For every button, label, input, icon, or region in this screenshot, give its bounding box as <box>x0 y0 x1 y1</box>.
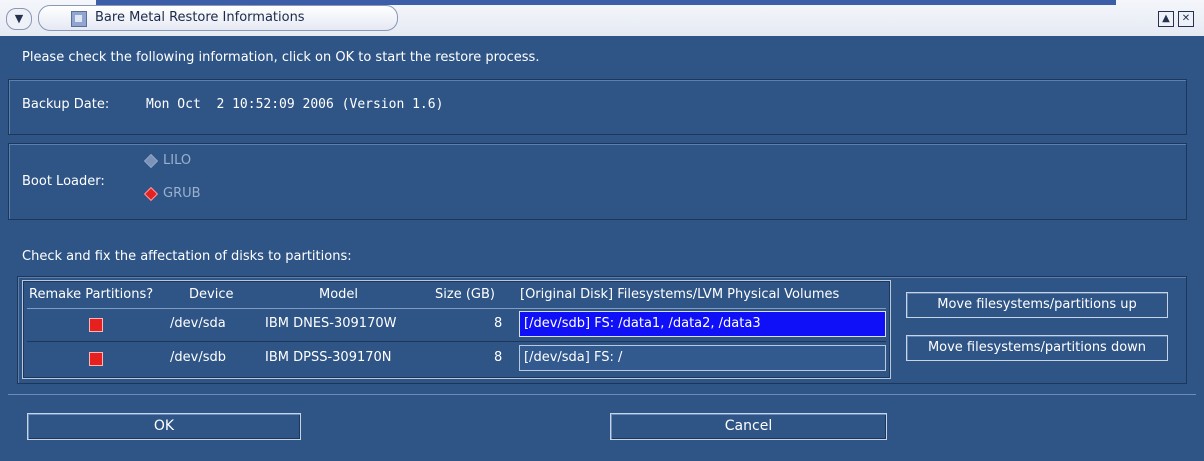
title-bar: ▼ Bare Metal Restore Informations ▲ ✕ <box>0 0 1204 36</box>
disks-instruction: Check and fix the affectation of disks t… <box>22 249 352 264</box>
maximize-button[interactable]: ▲ <box>1158 11 1174 27</box>
intro-text: Please check the following information, … <box>22 50 540 65</box>
close-button[interactable]: ✕ <box>1178 11 1194 27</box>
size-cell: 8 <box>494 350 503 365</box>
column-header-filesystems: [Original Disk] Filesystems/LVM Physical… <box>520 287 840 302</box>
app-icon <box>71 11 87 27</box>
model-cell: IBM DNES-309170W <box>265 316 397 331</box>
size-cell: 8 <box>494 316 503 331</box>
column-header-model: Model <box>319 287 359 302</box>
bottom-divider <box>8 394 1196 395</box>
partition-table: Remake Partitions? Device Model Size (GB… <box>22 280 891 379</box>
chevron-down-icon: ▼ <box>14 12 24 25</box>
cancel-button[interactable]: Cancel <box>610 413 887 440</box>
column-header-size: Size (GB) <box>435 287 495 302</box>
backup-date-label: Backup Date: <box>22 97 110 112</box>
column-header-remake: Remake Partitions? <box>29 287 154 302</box>
row-divider <box>27 341 886 342</box>
window-menu-button[interactable]: ▼ <box>6 8 32 30</box>
close-icon: ✕ <box>1181 13 1191 24</box>
header-divider <box>27 308 886 309</box>
filesystems-field[interactable]: [/dev/sdb] FS: /data1, /data2, /data3 <box>519 311 886 337</box>
move-down-button[interactable]: Move filesystems/partitions down <box>906 335 1168 361</box>
lilo-label: LILO <box>163 153 192 168</box>
move-up-button[interactable]: Move filesystems/partitions up <box>906 292 1168 318</box>
device-cell: /dev/sda <box>170 316 226 331</box>
grub-label: GRUB <box>163 186 201 201</box>
device-cell: /dev/sdb <box>170 350 226 365</box>
model-cell: IBM DPSS-309170N <box>265 350 392 365</box>
filesystems-field[interactable]: [/dev/sda] FS: / <box>519 345 886 371</box>
ok-button[interactable]: OK <box>27 413 301 440</box>
remake-partitions-checkbox[interactable] <box>89 318 103 332</box>
boot-loader-label: Boot Loader: <box>22 174 105 189</box>
maximize-icon: ▲ <box>1162 13 1170 24</box>
remake-partitions-checkbox[interactable] <box>89 352 103 366</box>
window-title-pill: Bare Metal Restore Informations <box>38 5 398 31</box>
backup-date-value: Mon Oct 2 10:52:09 2006 (Version 1.6) <box>146 97 444 112</box>
column-header-device: Device <box>189 287 234 302</box>
window-title: Bare Metal Restore Informations <box>95 10 305 25</box>
